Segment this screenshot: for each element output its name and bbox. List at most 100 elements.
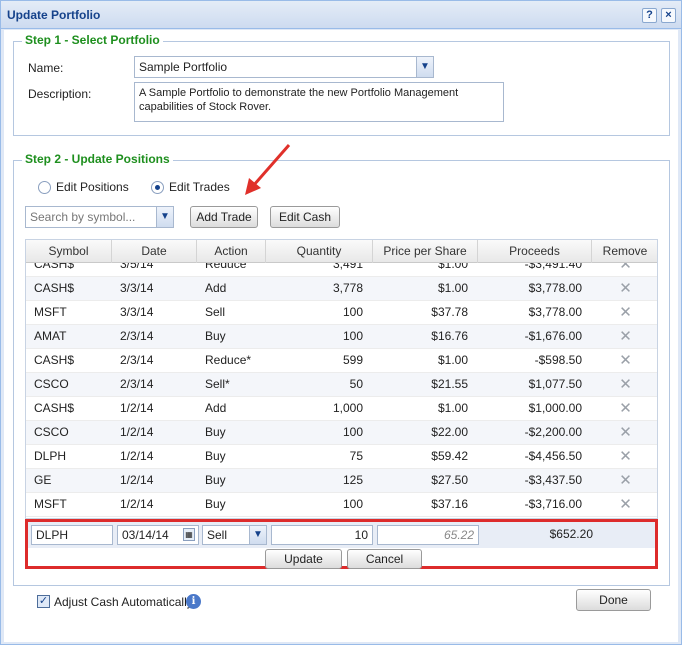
- date-field[interactable]: 03/14/14 ▦: [117, 525, 199, 545]
- table-row[interactable]: CASH$ 3/5/14 Reduce 3,491 $1.00 -$3,491.40 ✕: [26, 263, 657, 277]
- cell-quantity: 100: [342, 329, 363, 343]
- radio-edit-trades[interactable]: Edit Trades: [151, 180, 230, 194]
- close-icon[interactable]: ×: [661, 8, 676, 23]
- row-editor: DLPH 03/14/14 ▦ Sell ▼ 10 65.22 $652.20 …: [25, 519, 658, 569]
- cell-date: 2/3/14: [120, 329, 154, 343]
- column-header-quantity[interactable]: Quantity: [266, 240, 373, 263]
- cell-action: Add: [205, 401, 227, 415]
- cell-symbol: AMAT: [34, 329, 67, 343]
- cell-price-per-share: $16.76: [431, 329, 468, 343]
- remove-icon[interactable]: ✕: [592, 349, 657, 373]
- table-row[interactable]: CSCO 1/2/14 Buy 100 $22.00 -$2,200.00 ✕: [26, 421, 657, 445]
- cell-action: Reduce: [205, 263, 247, 271]
- cell-symbol: CSCO: [34, 377, 69, 391]
- proceeds-value: $652.20: [549, 527, 593, 541]
- action-select[interactable]: Sell ▼: [202, 525, 267, 545]
- calendar-icon[interactable]: ▦: [183, 528, 195, 541]
- column-header-date[interactable]: Date: [112, 240, 197, 263]
- edit-cash-button[interactable]: Edit Cash: [270, 206, 340, 228]
- action-value: Sell: [207, 528, 228, 542]
- cell-proceeds: $1,077.50: [528, 377, 582, 391]
- adjust-cash-checkbox[interactable]: ✓: [37, 595, 50, 608]
- cell-date: 1/2/14: [120, 473, 154, 487]
- column-header-remove[interactable]: Remove: [592, 240, 657, 263]
- price-field[interactable]: 65.22: [377, 525, 479, 545]
- cell-quantity: 3,491: [332, 263, 363, 271]
- table-row[interactable]: MSFT 1/2/14 Buy 100 $37.16 -$3,716.00 ✕: [26, 493, 657, 517]
- cell-action: Buy: [205, 449, 226, 463]
- update-portfolio-dialog: Update Portfolio ? × Step 1 - Select Por…: [0, 0, 682, 645]
- column-header-symbol[interactable]: Symbol: [26, 240, 112, 263]
- dialog-titlebar[interactable]: Update Portfolio ? ×: [1, 1, 681, 29]
- column-header-action[interactable]: Action: [197, 240, 266, 263]
- cell-action: Buy: [205, 473, 226, 487]
- radio-edit-trades-label: Edit Trades: [169, 180, 230, 194]
- radio-selected-icon[interactable]: [151, 180, 164, 194]
- remove-icon[interactable]: ✕: [592, 397, 657, 421]
- portfolio-name-select[interactable]: Sample Portfolio ▼: [134, 56, 434, 78]
- remove-icon[interactable]: ✕: [592, 325, 657, 349]
- help-icon[interactable]: ?: [642, 8, 657, 23]
- cell-quantity: 50: [349, 377, 363, 391]
- quantity-field[interactable]: 10: [271, 525, 373, 545]
- cell-proceeds: $3,778.00: [528, 281, 582, 295]
- editor-fields: DLPH 03/14/14 ▦ Sell ▼ 10 65.22 $652.20: [28, 522, 655, 548]
- done-button[interactable]: Done: [576, 589, 651, 611]
- cell-proceeds: -$3,716.00: [524, 497, 582, 511]
- cell-proceeds: -$1,676.00: [524, 329, 582, 343]
- table-row[interactable]: CASH$ 3/3/14 Add 3,778 $1.00 $3,778.00 ✕: [26, 277, 657, 301]
- cell-price-per-share: $59.42: [431, 449, 468, 463]
- update-button[interactable]: Update: [265, 549, 342, 569]
- cancel-button[interactable]: Cancel: [347, 549, 422, 569]
- table-row[interactable]: CASH$ 1/2/14 Add 1,000 $1.00 $1,000.00 ✕: [26, 397, 657, 421]
- cell-action: Sell: [205, 305, 226, 319]
- add-trade-button[interactable]: Add Trade: [190, 206, 258, 228]
- table-row[interactable]: MSFT 3/3/14 Sell 100 $37.78 $3,778.00 ✕: [26, 301, 657, 325]
- remove-icon[interactable]: ✕: [592, 493, 657, 517]
- step1-fieldset: Step 1 - Select Portfolio Name: Sample P…: [13, 33, 670, 136]
- cell-price-per-share: $37.16: [431, 497, 468, 511]
- remove-icon[interactable]: ✕: [592, 277, 657, 301]
- description-field[interactable]: A Sample Portfolio to demonstrate the ne…: [134, 82, 504, 122]
- cell-proceeds: -$3,491.40: [524, 263, 582, 271]
- remove-icon[interactable]: ✕: [592, 469, 657, 493]
- cell-date: 3/5/14: [120, 263, 154, 271]
- search-placeholder: Search by symbol...: [30, 210, 136, 224]
- remove-icon[interactable]: ✕: [592, 445, 657, 469]
- chevron-down-icon[interactable]: ▼: [249, 526, 266, 544]
- column-header-price-per-share[interactable]: Price per Share: [373, 240, 478, 263]
- remove-icon[interactable]: ✕: [592, 373, 657, 397]
- remove-icon[interactable]: ✕: [592, 263, 657, 277]
- cell-symbol: DLPH: [34, 449, 67, 463]
- cell-date: 1/2/14: [120, 425, 154, 439]
- chevron-down-icon[interactable]: ▼: [156, 207, 173, 227]
- cell-date: 1/2/14: [120, 497, 154, 511]
- table-row[interactable]: AMAT 2/3/14 Buy 100 $16.76 -$1,676.00 ✕: [26, 325, 657, 349]
- cell-price-per-share: $1.00: [437, 353, 468, 367]
- remove-icon[interactable]: ✕: [592, 421, 657, 445]
- step2-legend: Step 2 - Update Positions: [22, 152, 173, 166]
- radio-icon[interactable]: [38, 180, 51, 194]
- cell-quantity: 100: [342, 305, 363, 319]
- date-value: 03/14/14: [122, 528, 169, 542]
- grid-header: Symbol Date Action Quantity Price per Share P…: [26, 240, 657, 263]
- cell-price-per-share: $27.50: [431, 473, 468, 487]
- cell-proceeds: $3,778.00: [528, 305, 582, 319]
- cell-proceeds: -$3,437.50: [524, 473, 582, 487]
- column-header-proceeds[interactable]: Proceeds: [478, 240, 592, 263]
- table-row[interactable]: CASH$ 2/3/14 Reduce* 599 $1.00 -$598.50 ✕: [26, 349, 657, 373]
- annotation-arrow: [245, 144, 291, 195]
- symbol-field[interactable]: DLPH: [31, 525, 113, 545]
- table-row[interactable]: CSCO 2/3/14 Sell* 50 $21.55 $1,077.50 ✕: [26, 373, 657, 397]
- remove-icon[interactable]: ✕: [592, 301, 657, 325]
- table-row[interactable]: GE 1/2/14 Buy 125 $27.50 -$3,437.50 ✕: [26, 469, 657, 493]
- chevron-down-icon[interactable]: ▼: [416, 57, 433, 77]
- table-row[interactable]: DLPH 1/2/14 Buy 75 $59.42 -$4,456.50 ✕: [26, 445, 657, 469]
- name-label: Name:: [28, 61, 64, 75]
- info-icon[interactable]: i: [186, 594, 201, 609]
- symbol-search-combo[interactable]: Search by symbol... ▼: [25, 206, 174, 228]
- cell-action: Sell*: [205, 377, 230, 391]
- step1-legend: Step 1 - Select Portfolio: [22, 33, 163, 47]
- radio-edit-positions[interactable]: Edit Positions: [38, 180, 129, 194]
- radio-edit-positions-label: Edit Positions: [56, 180, 129, 194]
